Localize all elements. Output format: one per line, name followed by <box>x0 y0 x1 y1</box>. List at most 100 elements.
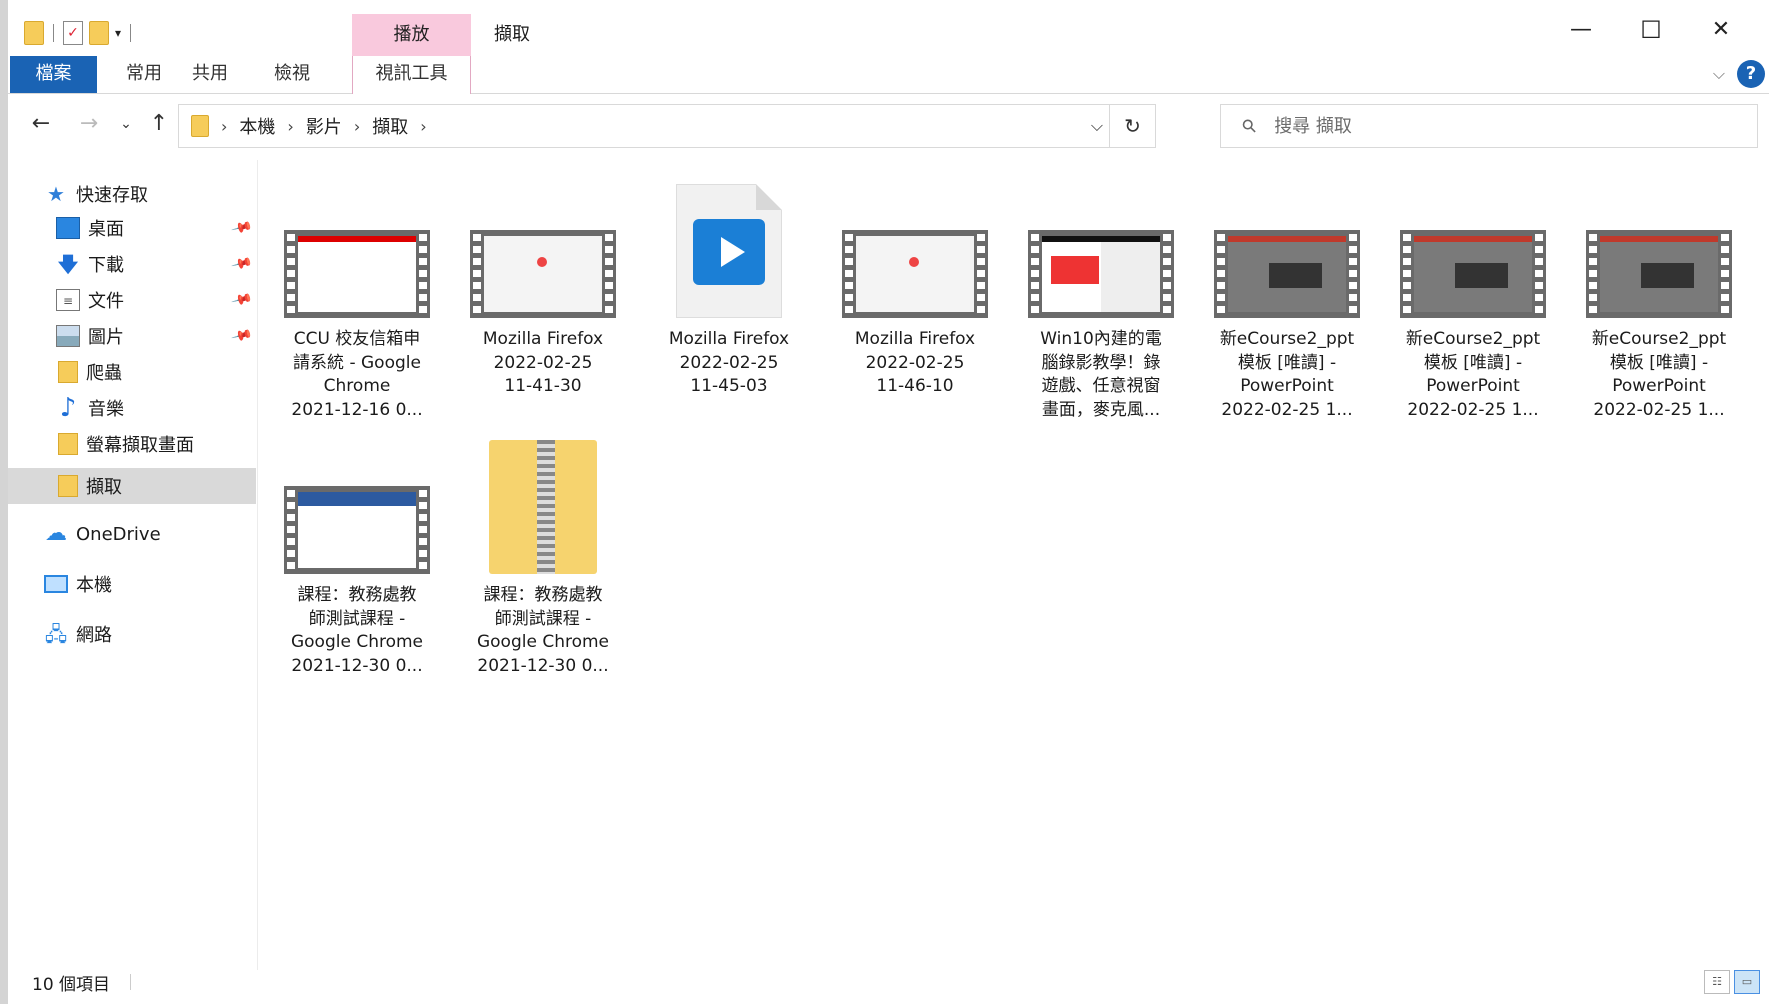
address-dropdown-icon[interactable]: ⌵ <box>1091 105 1103 147</box>
file-name: Win10內建的電 腦錄影教學！錄 遊戲、任意視窗 畫面，麥克風... <box>1040 329 1162 420</box>
tab-view[interactable]: 檢視 <box>262 56 322 93</box>
breadcrumb-this-pc[interactable]: 本機 <box>239 113 275 139</box>
close-button[interactable]: ✕ <box>1698 10 1744 50</box>
folder-icon[interactable] <box>24 21 44 45</box>
item-count: 10 個項目 <box>32 975 111 995</box>
sidebar-item-label: 螢幕擷取畫面 <box>86 435 194 456</box>
window-left-edge <box>0 0 8 1004</box>
chevron-right-icon[interactable]: › <box>221 117 227 136</box>
context-tab-play[interactable]: 播放 <box>352 14 471 56</box>
sidebar-item-label: 下載 <box>88 255 124 276</box>
file-name: Mozilla Firefox 2022-02-25 11-45-03 <box>668 329 790 396</box>
new-folder-icon[interactable] <box>89 21 109 45</box>
maximize-button[interactable]: ☐ <box>1628 10 1674 50</box>
help-icon[interactable]: ? <box>1737 60 1765 88</box>
breadcrumb-captures[interactable]: 擷取 <box>372 113 408 139</box>
sidebar-item-network[interactable]: 🖧 網路 <box>8 616 256 652</box>
status-bar: 10 個項目 ☷ ▭ <box>8 960 1769 1004</box>
file-item[interactable]: 課程：教務處教 師測試課程 - Google Chrome 2021-12-30 0.… <box>460 440 626 678</box>
breadcrumb: › 本機 › 影片 › 擷取 › <box>209 113 439 139</box>
search-input[interactable] <box>1274 115 1735 137</box>
file-item[interactable]: Mozilla Firefox 2022-02-25 11-41-30 <box>460 230 626 399</box>
tab-file[interactable]: 檔案 <box>10 56 97 93</box>
file-item[interactable]: CCU 校友信箱申 請系統 - Google Chrome 2021-12-16 0.… <box>274 230 440 422</box>
video-thumbnail <box>1028 230 1174 318</box>
pin-icon[interactable]: 📌 <box>230 253 253 276</box>
pin-icon[interactable]: 📌 <box>230 325 253 348</box>
recent-locations-icon[interactable]: ⌄ <box>116 106 136 142</box>
file-name: 新eCourse2_ppt 模板 [唯讀] - PowerPoint 2022-02-… <box>1405 329 1541 420</box>
file-name: Mozilla Firefox 2022-02-25 11-46-10 <box>854 329 976 396</box>
sidebar-item-label: 爬蟲 <box>86 363 122 384</box>
file-name: Mozilla Firefox 2022-02-25 11-41-30 <box>482 329 604 396</box>
chevron-right-icon[interactable]: › <box>287 117 293 136</box>
tab-home[interactable]: 常用 <box>114 56 174 93</box>
sidebar-item-screenshots[interactable]: 螢幕擷取畫面 <box>8 426 256 462</box>
folder-icon <box>58 433 78 455</box>
onedrive-icon: ☁ <box>45 521 67 546</box>
forward-arrow-icon[interactable]: → <box>74 106 104 142</box>
folder-icon <box>58 361 78 383</box>
star-icon: ★ <box>47 182 65 206</box>
sidebar-item-quick-access[interactable]: ★ 快速存取 <box>8 176 256 212</box>
explorer-window: ✓ ▾ 播放 擷取 — ☐ ✕ 檔案 常用 共用 檢視 視訊工具 ⌵ ? ← →… <box>8 0 1769 1004</box>
ribbon-tabs: 檔案 常用 共用 檢視 視訊工具 ⌵ ? <box>8 56 1769 94</box>
properties-icon[interactable]: ✓ <box>63 21 83 45</box>
pin-icon[interactable]: 📌 <box>230 289 253 312</box>
video-thumbnail <box>284 486 430 574</box>
sidebar-item-label: 網路 <box>76 625 112 646</box>
file-item[interactable]: Mozilla Firefox 2022-02-25 11-46-10 <box>832 230 998 399</box>
sidebar-item-crawler[interactable]: 爬蟲 <box>8 354 256 390</box>
separator <box>130 974 131 990</box>
search-box[interactable]: ⚲ <box>1220 104 1758 148</box>
search-icon: ⚲ <box>1237 113 1262 139</box>
sidebar-item-desktop[interactable]: 桌面 📌 <box>8 210 256 246</box>
sidebar-item-this-pc[interactable]: 本機 <box>8 566 256 602</box>
video-thumbnail <box>284 230 430 318</box>
file-list: CCU 校友信箱申 請系統 - Google Chrome 2021-12-16 0.… <box>266 160 1766 960</box>
sidebar-item-onedrive[interactable]: ☁ OneDrive <box>8 516 256 552</box>
desktop-icon <box>56 217 80 239</box>
sidebar-item-captures[interactable]: 擷取 <box>8 468 256 504</box>
document-icon: ≡ <box>56 289 80 311</box>
folder-icon <box>191 115 209 137</box>
minimize-button[interactable]: — <box>1558 10 1604 50</box>
sidebar-item-downloads[interactable]: 🡇 下載 📌 <box>8 246 256 282</box>
separator <box>130 24 132 42</box>
separator <box>53 24 54 42</box>
pictures-icon <box>56 325 80 347</box>
expand-ribbon-icon[interactable]: ⌵ <box>1713 64 1725 84</box>
file-name: 課程：教務處教 師測試課程 - Google Chrome 2021-12-30 0.… <box>476 585 610 676</box>
breadcrumb-videos[interactable]: 影片 <box>306 113 342 139</box>
window-title: 擷取 <box>494 24 530 45</box>
sidebar-item-label: 快速存取 <box>76 185 148 206</box>
chevron-right-icon[interactable]: › <box>354 117 360 136</box>
file-item[interactable]: 新eCourse2_ppt 模板 [唯讀] - PowerPoint 2022-02-… <box>1390 230 1556 422</box>
details-view-icon[interactable]: ☷ <box>1704 970 1730 994</box>
file-item[interactable]: 新eCourse2_ppt 模板 [唯讀] - PowerPoint 2022-02-… <box>1576 230 1742 422</box>
download-icon: 🡇 <box>57 252 79 276</box>
large-icons-view-icon[interactable]: ▭ <box>1734 970 1760 994</box>
customize-toolbar-icon[interactable]: ▾ <box>115 26 121 40</box>
address-bar[interactable]: › 本機 › 影片 › 擷取 › ⌵ ↻ <box>178 104 1156 148</box>
sidebar-item-label: 本機 <box>76 575 112 596</box>
file-item[interactable]: Mozilla Firefox 2022-02-25 11-45-03 <box>646 184 812 399</box>
file-item[interactable]: 新eCourse2_ppt 模板 [唯讀] - PowerPoint 2022-02-… <box>1204 230 1370 422</box>
back-arrow-icon[interactable]: ← <box>26 106 56 142</box>
sidebar-item-music[interactable]: ♪ 音樂 <box>8 390 256 426</box>
tab-video-tools[interactable]: 視訊工具 <box>352 56 471 94</box>
refresh-icon[interactable]: ↻ <box>1109 105 1155 147</box>
tab-share[interactable]: 共用 <box>180 56 240 93</box>
navigation-bar: ← → ⌄ ↑ › 本機 › 影片 › 擷取 › ⌵ ↻ ⚲ <box>8 94 1769 156</box>
sidebar-item-documents[interactable]: ≡ 文件 📌 <box>8 282 256 318</box>
sidebar-item-pictures[interactable]: 圖片 📌 <box>8 318 256 354</box>
up-arrow-icon[interactable]: ↑ <box>144 106 174 142</box>
sidebar-item-label: OneDrive <box>76 523 161 545</box>
file-item[interactable]: Win10內建的電 腦錄影教學！錄 遊戲、任意視窗 畫面，麥克風... <box>1018 230 1184 422</box>
pin-icon[interactable]: 📌 <box>230 217 253 240</box>
chevron-right-icon[interactable]: › <box>420 117 426 136</box>
file-name: 新eCourse2_ppt 模板 [唯讀] - PowerPoint 2022-02-… <box>1219 329 1355 420</box>
file-item[interactable]: 課程：教務處教 師測試課程 - Google Chrome 2021-12-30 0.… <box>274 486 440 678</box>
quick-access-toolbar: ✓ ▾ <box>24 20 134 46</box>
music-icon: ♪ <box>59 393 77 423</box>
